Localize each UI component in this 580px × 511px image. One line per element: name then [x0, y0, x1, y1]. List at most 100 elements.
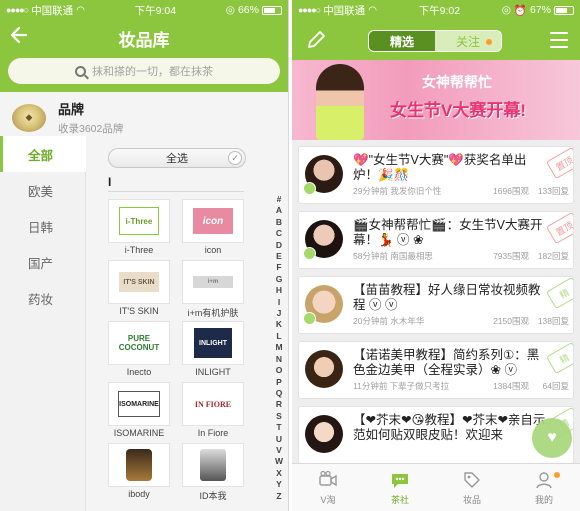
checkmark-icon: ✓	[228, 151, 242, 165]
alphabet-letter[interactable]: F	[276, 262, 281, 273]
brand-item[interactable]: PURE COCONUT Inecto	[108, 321, 170, 377]
search-input[interactable]: 抹和搽的一切，都在抹茶	[8, 58, 280, 84]
brand-item[interactable]: ISOMARINE ISOMARINE	[108, 382, 170, 438]
post-card[interactable]: 💖"女生节V大赛"💖获奖名单出炉！🎉🎊 29分钟前 我发你旧个性 1696围观 …	[298, 146, 574, 204]
alphabet-letter[interactable]: Y	[276, 479, 282, 490]
battery-percent: 67%	[529, 4, 551, 16]
alphabet-letter[interactable]: K	[276, 319, 282, 330]
category-cosmeceutical[interactable]: 药妆	[0, 280, 85, 316]
brand-product-image	[126, 449, 152, 481]
tab-zhuangpin[interactable]: 妆品	[436, 464, 508, 511]
tab-featured[interactable]: 精选	[369, 31, 435, 51]
tab-label: 妆品	[462, 494, 481, 505]
alphabet-letter[interactable]: I	[278, 297, 280, 308]
brand-item[interactable]: INLIGHT INLIGHT	[182, 321, 244, 377]
brand-name: INLIGHT	[195, 367, 231, 377]
avatar[interactable]	[305, 415, 343, 453]
tab-following[interactable]: 关注	[435, 31, 501, 51]
navbar: 妆品库	[0, 20, 288, 56]
back-arrow-icon[interactable]	[10, 24, 30, 52]
alphabet-letter[interactable]: Q	[276, 388, 283, 399]
category-domestic[interactable]: 国产	[0, 244, 85, 280]
alphabet-letter[interactable]: P	[276, 377, 282, 388]
brand-header-title: 品牌	[58, 102, 85, 117]
alphabet-letter[interactable]: E	[276, 251, 282, 262]
alphabet-letter[interactable]: Z	[276, 491, 281, 502]
tab-vtao[interactable]: V淘	[292, 464, 364, 511]
tab-mine[interactable]: 我的	[508, 464, 580, 511]
select-all-button[interactable]: 全选 ✓	[108, 148, 246, 168]
brand-name: icon	[204, 245, 222, 255]
category-western[interactable]: 欧美	[0, 172, 85, 208]
brand-item[interactable]: ID本我	[182, 443, 244, 501]
brand-item[interactable]: IN FIORE In Fiore	[182, 382, 244, 438]
post-title: 💖"女生节V大赛"💖获奖名单出炉！🎉🎊	[353, 153, 527, 182]
post-time-author: 11分钟前 下辈子做只考拉	[353, 381, 450, 391]
alarm-icon: ⏰	[513, 4, 527, 17]
search-icon	[75, 65, 86, 77]
alphabet-letter[interactable]: M	[275, 342, 282, 353]
carrier: 中国联通	[31, 4, 74, 17]
alphabet-letter[interactable]: O	[276, 365, 283, 376]
select-all-label: 全选	[166, 153, 188, 165]
avatar[interactable]	[303, 220, 343, 260]
post-card[interactable]: 【诺诺美甲教程】简约系列①：黑色金边美甲（全程实录）❀ ⓥ 11分钟前 下辈子做…	[298, 341, 574, 399]
brand-item[interactable]: ibody	[108, 443, 170, 499]
category-jp-kr[interactable]: 日韩	[0, 208, 85, 244]
tag-icon	[464, 471, 480, 488]
heart-like-icon[interactable]: ♥	[532, 418, 572, 458]
avatar[interactable]	[303, 285, 343, 325]
post-views: 7935围观	[493, 251, 529, 261]
category-all[interactable]: 全部	[0, 136, 86, 172]
avatar[interactable]	[303, 155, 343, 195]
wifi-icon: ◠	[76, 4, 85, 16]
event-banner[interactable]: 女神帮帮忙 女生节V大赛开幕!	[292, 60, 580, 140]
brand-item[interactable]: IT'S SKIN IT'S SKIN	[108, 260, 170, 316]
alphabet-letter[interactable]: H	[276, 285, 282, 296]
brand-logo: i+m	[193, 276, 233, 288]
alphabet-letter[interactable]: S	[276, 411, 282, 422]
right-header: ●●●●○ 中国联通 ◠ 下午9:02 ◎ ⏰ 67% 精选 关注	[292, 0, 580, 60]
tab-following-label: 关注	[455, 34, 480, 49]
pencil-icon[interactable]	[306, 30, 328, 50]
alphabet-letter[interactable]: A	[276, 205, 282, 216]
brand-count: 收录3602品牌	[58, 123, 124, 135]
brand-product-image	[200, 449, 226, 481]
alphabet-letter[interactable]: T	[276, 422, 281, 433]
level-badge-icon	[303, 182, 316, 195]
post-time-author: 20分钟前 水木年华	[353, 316, 425, 326]
avatar[interactable]	[305, 350, 343, 388]
signal-icon: ●●●●○	[6, 5, 29, 15]
post-card[interactable]: 🎬女神帮帮忙🎬：女生节V大赛开幕！💃 ⓥ ❀ 58分钟前 南国最相思 7935围…	[298, 211, 574, 269]
notification-dot	[554, 472, 560, 478]
banner-line2: 女生节V大赛开幕!	[390, 101, 526, 120]
tab-label: V淘	[320, 494, 336, 505]
alphabet-letter[interactable]: R	[276, 399, 282, 410]
alphabet-letter[interactable]: C	[276, 228, 282, 239]
tab-chashe[interactable]: 茶社	[364, 464, 436, 511]
alphabet-letter[interactable]: U	[276, 434, 282, 445]
alphabet-letter[interactable]: W	[275, 456, 283, 467]
alphabet-letter[interactable]: G	[276, 274, 283, 285]
alphabet-letter[interactable]: J	[277, 308, 282, 319]
brand-grid: i-Three i-Three icon icon IT'S SKIN IT'S…	[108, 199, 288, 501]
search-placeholder: 抹和搽的一切，都在抹茶	[92, 66, 213, 78]
alphabet-letter[interactable]: #	[277, 194, 282, 205]
alphabet-letter[interactable]: V	[276, 445, 282, 456]
brand-item[interactable]: icon icon	[182, 199, 244, 255]
alphabet-letter[interactable]: L	[276, 331, 281, 342]
post-replies: 182回复	[537, 251, 569, 261]
alphabet-letter[interactable]: B	[276, 217, 282, 228]
category-list: 全部 欧美 日韩 国产 药妆	[0, 136, 86, 511]
alphabet-letter[interactable]: D	[276, 240, 282, 251]
post-card[interactable]: 【苗苗教程】好人缘日常妆视频教程 ⓥ ⓥ 20分钟前 水木年华 2150围观 1…	[298, 276, 574, 334]
alphabet-letter[interactable]: N	[276, 354, 282, 365]
brand-item[interactable]: i+m i+m有机护肤	[182, 260, 244, 318]
alphabet-letter[interactable]: X	[276, 468, 282, 479]
status-bar: ●●●●○ 中国联通 ◠ 下午9:04 ◎ 66%	[0, 0, 288, 20]
brand-item[interactable]: i-Three i-Three	[108, 199, 170, 255]
status-time: 下午9:02	[418, 4, 461, 17]
post-feed: 💖"女生节V大赛"💖获奖名单出炉！🎉🎊 29分钟前 我发你旧个性 1696围观 …	[292, 140, 580, 464]
alphabet-index[interactable]: # A B C D E F G H I J K L M N O P Q R S T U V W X Y Z	[274, 194, 284, 502]
hamburger-menu-icon[interactable]	[550, 32, 568, 53]
